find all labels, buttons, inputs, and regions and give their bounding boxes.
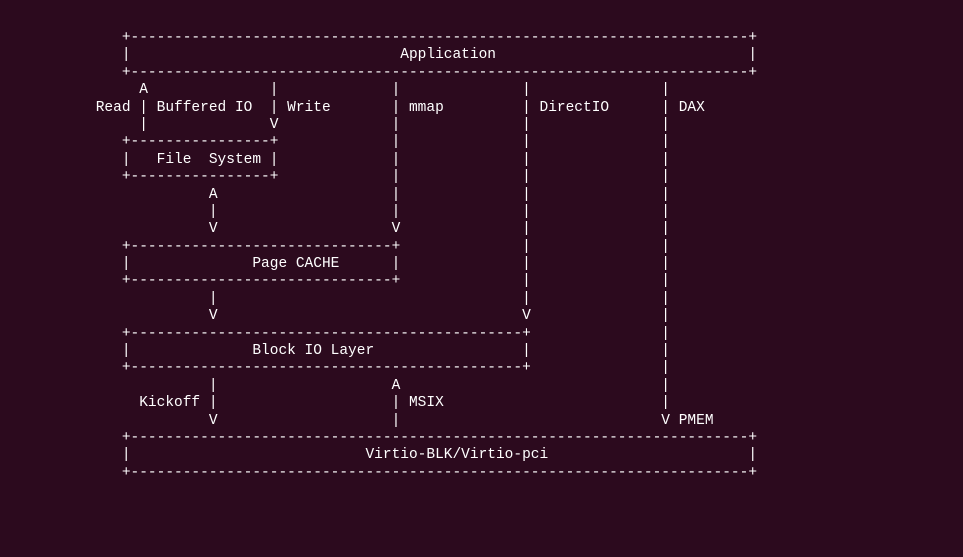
diagram-content: +---------------------------------------… bbox=[0, 30, 757, 481]
ascii-diagram: +---------------------------------------… bbox=[0, 0, 963, 482]
